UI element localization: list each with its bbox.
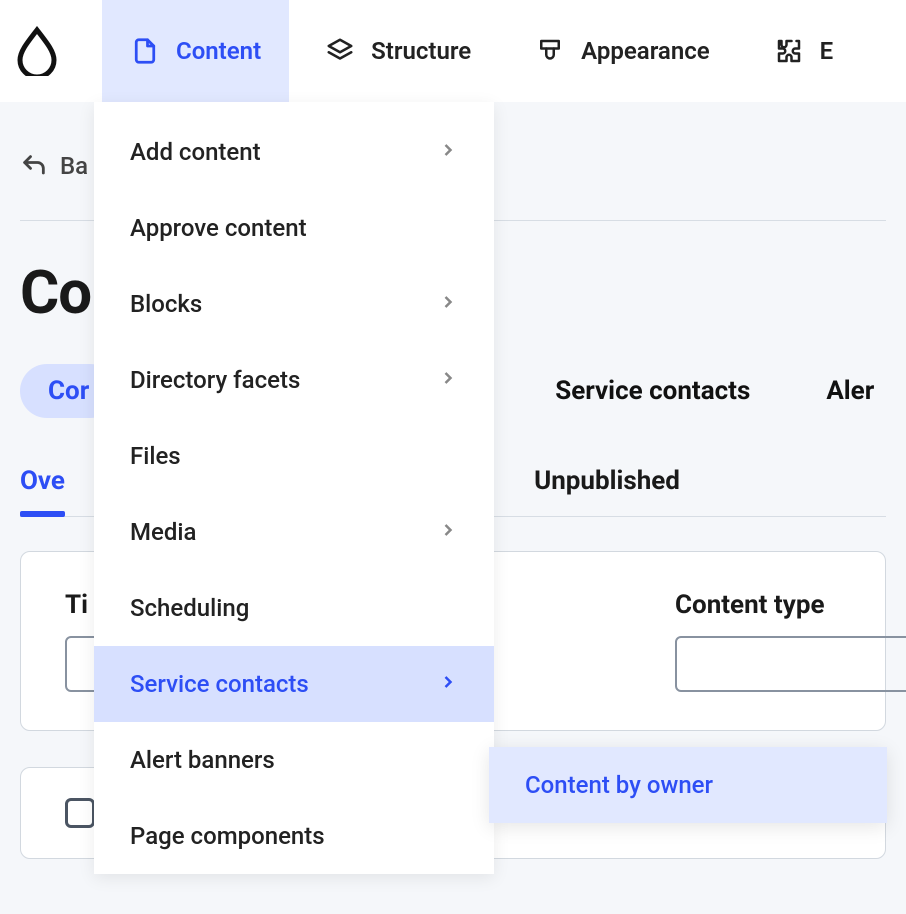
menu-label: Alert banners <box>130 746 275 774</box>
puzzle-icon <box>774 36 804 66</box>
admin-toolbar: Content Structure Appearance E <box>0 0 906 102</box>
menu-media[interactable]: Media <box>94 494 494 570</box>
menu-label: Service contacts <box>130 670 309 698</box>
pill-service-contacts[interactable]: Service contacts <box>527 364 778 418</box>
menu-label: Add content <box>130 138 261 166</box>
subtab-overview[interactable]: Ove <box>20 466 65 516</box>
toolbar-appearance[interactable]: Appearance <box>507 0 738 102</box>
filter-content-type: Content type <box>675 590 906 692</box>
toolbar-label: Appearance <box>581 37 710 65</box>
toolbar-structure[interactable]: Structure <box>297 0 499 102</box>
menu-page-components[interactable]: Page components <box>94 798 494 874</box>
toolbar-label: Content <box>176 37 261 65</box>
menu-label: Page components <box>130 822 325 850</box>
toolbar-label: Structure <box>371 37 471 65</box>
menu-directory-facets[interactable]: Directory facets <box>94 342 494 418</box>
menu-label: Blocks <box>130 290 202 318</box>
menu-approve-content[interactable]: Approve content <box>94 190 494 266</box>
document-icon <box>130 36 160 66</box>
menu-blocks[interactable]: Blocks <box>94 266 494 342</box>
toolbar-content[interactable]: Content <box>102 0 289 102</box>
submenu-label: Content by owner <box>525 771 713 799</box>
chevron-right-icon <box>438 670 458 698</box>
menu-label: Directory facets <box>130 366 300 394</box>
pill-alert-banners[interactable]: Aler <box>798 364 902 418</box>
menu-scheduling[interactable]: Scheduling <box>94 570 494 646</box>
chevron-right-icon <box>438 518 458 546</box>
content-type-select[interactable] <box>675 636 906 692</box>
chevron-right-icon <box>438 366 458 394</box>
filter-type-label: Content type <box>675 590 906 620</box>
toolbar-label: E <box>820 37 834 65</box>
menu-label: Approve content <box>130 214 307 242</box>
subtab-unpublished[interactable]: Unpublished <box>534 466 680 516</box>
layers-icon <box>325 36 355 66</box>
submenu-content-by-owner[interactable]: Content by owner <box>489 747 887 823</box>
menu-label: Files <box>130 442 181 470</box>
menu-add-content[interactable]: Add content <box>94 114 494 190</box>
menu-alert-banners[interactable]: Alert banners <box>94 722 494 798</box>
menu-files[interactable]: Files <box>94 418 494 494</box>
return-arrow-icon <box>20 152 48 180</box>
back-label: Ba <box>60 152 88 180</box>
menu-label: Media <box>130 518 196 546</box>
select-all-checkbox[interactable] <box>65 798 95 828</box>
content-dropdown: Add content Approve content Blocks Direc… <box>94 102 494 874</box>
chevron-right-icon <box>438 290 458 318</box>
toolbar-extend[interactable]: E <box>746 0 862 102</box>
menu-label: Scheduling <box>130 594 249 622</box>
menu-service-contacts[interactable]: Service contacts <box>94 646 494 722</box>
brush-icon <box>535 36 565 66</box>
chevron-right-icon <box>438 138 458 166</box>
site-logo[interactable] <box>16 26 94 76</box>
